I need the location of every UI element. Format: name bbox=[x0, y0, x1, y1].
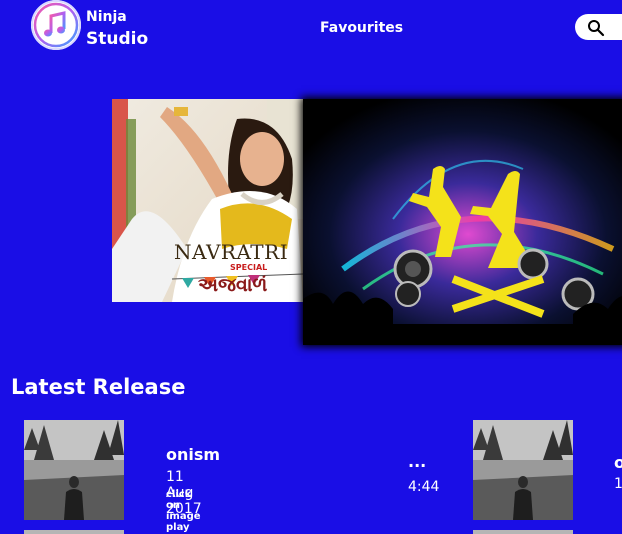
navratri-banner-image bbox=[112, 99, 303, 302]
release-thumbnail-2[interactable] bbox=[473, 420, 573, 520]
search-button[interactable] bbox=[575, 14, 622, 40]
music-note-icon bbox=[33, 2, 79, 48]
more-options-button-1[interactable]: ... bbox=[408, 452, 426, 471]
brand-name[interactable]: Ninja Studio bbox=[86, 6, 148, 50]
dandiya-banner-image bbox=[303, 99, 622, 345]
banner-special-label: SPECIAL bbox=[230, 263, 268, 272]
release-duration-1: 4:44 bbox=[408, 479, 440, 495]
brand-line-1: Ninja bbox=[86, 9, 127, 25]
release-thumbnail-4[interactable] bbox=[473, 530, 573, 534]
banner-slide-dandiya[interactable] bbox=[303, 99, 622, 345]
banner-navratri-title: NAVRATRI bbox=[174, 240, 289, 264]
app-logo[interactable] bbox=[31, 0, 81, 50]
release-thumbnail-1[interactable] bbox=[24, 420, 124, 520]
release-title-1[interactable]: onism bbox=[166, 445, 220, 464]
brand-line-2: Studio bbox=[86, 29, 149, 49]
nav-favourites-link[interactable]: Favourites bbox=[320, 20, 403, 36]
forest-cover-image bbox=[24, 420, 124, 520]
release-thumbnail-3[interactable] bbox=[24, 530, 124, 534]
release-date-2: 1 bbox=[614, 476, 622, 492]
forest-cover-image bbox=[473, 420, 573, 520]
banner-slide-navratri[interactable]: NAVRATRI SPECIAL અજવાળં bbox=[112, 99, 303, 302]
latest-release-heading: Latest Release bbox=[11, 375, 186, 399]
release-hint-1: click on image play bbox=[166, 489, 201, 533]
release-title-2[interactable]: o bbox=[614, 453, 622, 472]
banner-gujarati-subtitle: અજવાળં bbox=[198, 274, 268, 296]
search-icon bbox=[588, 20, 605, 37]
